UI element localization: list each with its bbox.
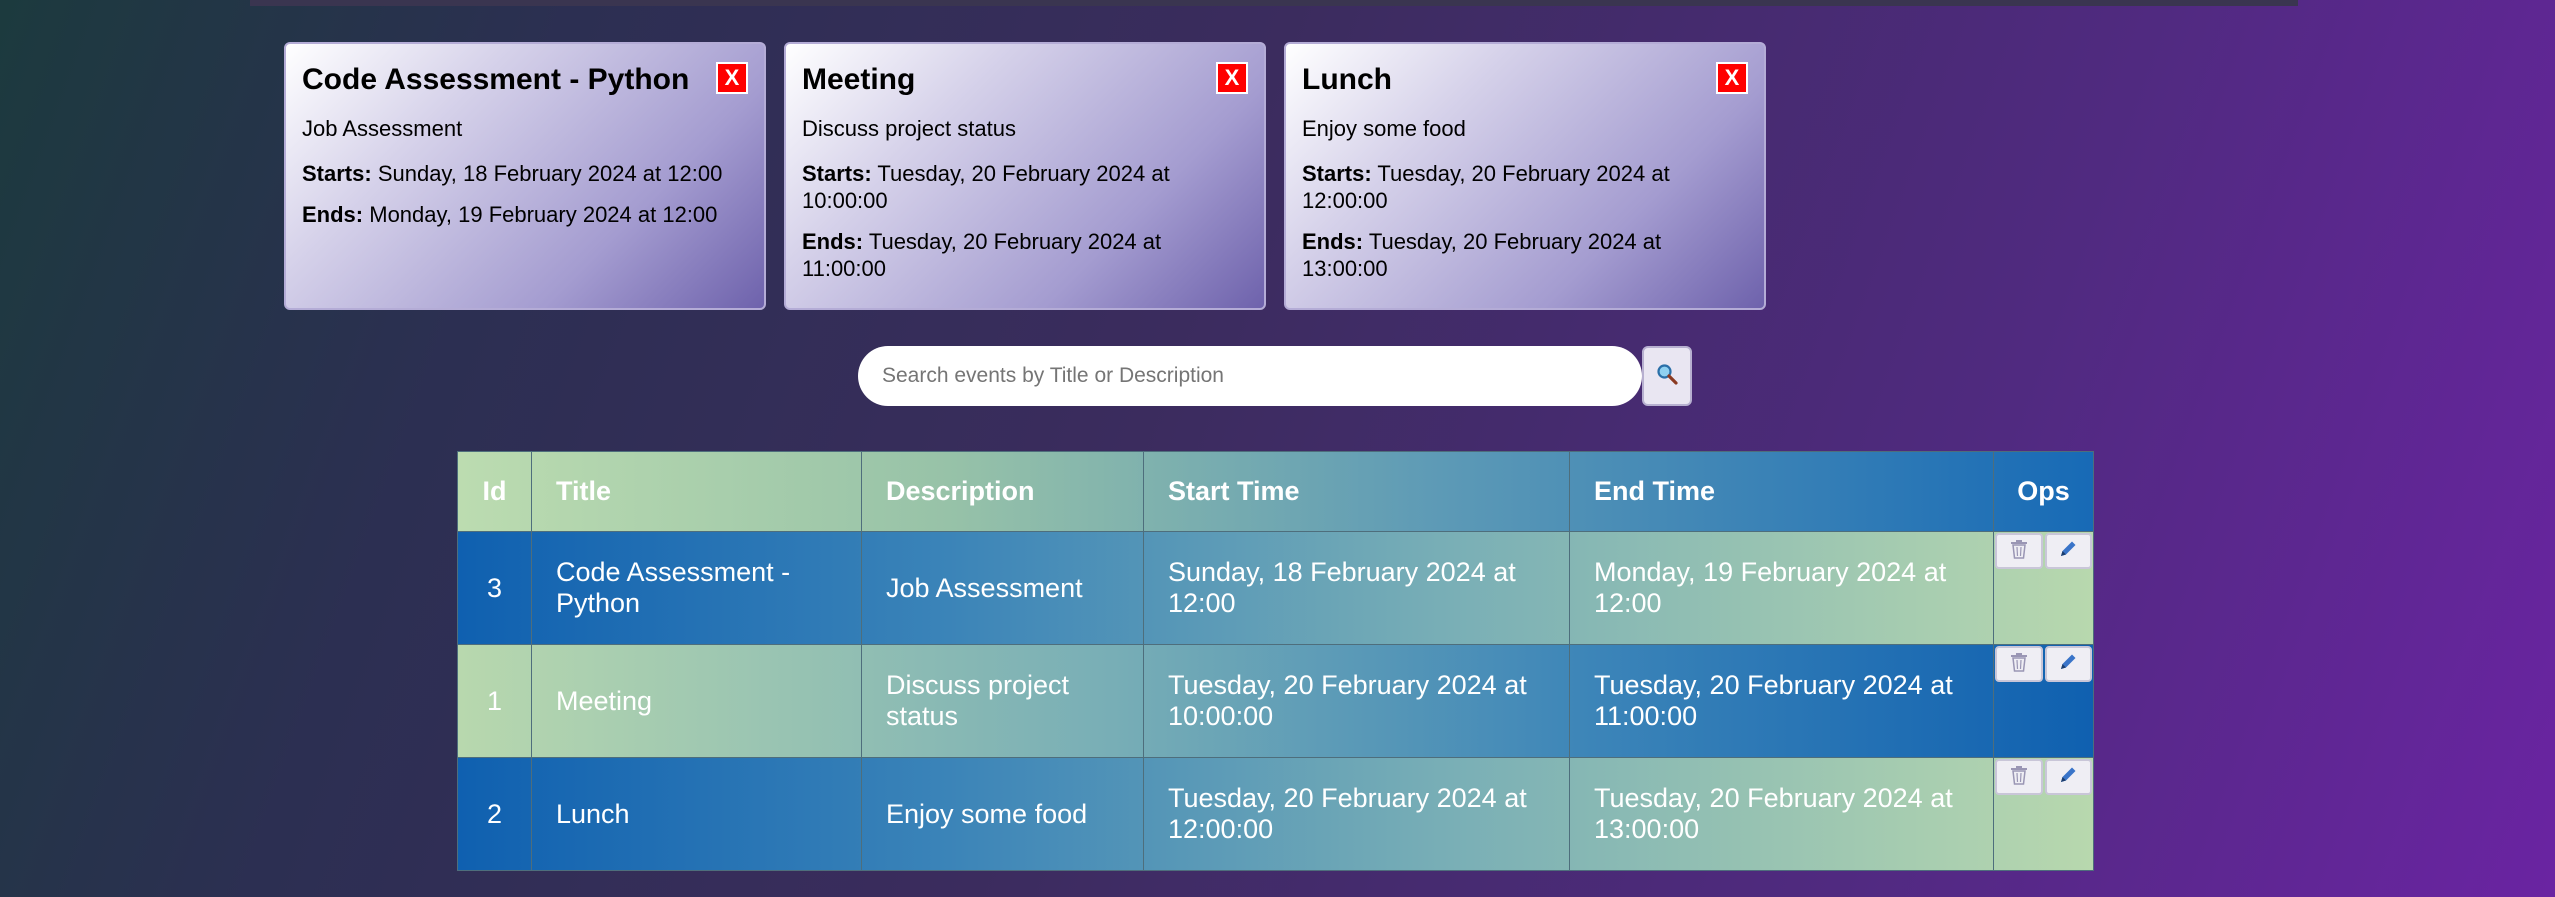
top-bar: [250, 0, 2298, 6]
cell-id: 1: [457, 644, 532, 758]
delete-button[interactable]: [1995, 759, 2043, 795]
cell-end-time: Tuesday, 20 February 2024 at 11:00:00: [1569, 644, 1994, 758]
header-end-time: End Time: [1569, 451, 1994, 532]
cell-start-time: Tuesday, 20 February 2024 at 12:00:00: [1143, 757, 1570, 871]
cell-title: Code Assessment - Python: [531, 531, 862, 645]
edit-button[interactable]: [2044, 646, 2092, 682]
event-card: Lunch X Enjoy some food Starts: Tuesday,…: [1284, 42, 1766, 310]
cell-start-time: Sunday, 18 February 2024 at 12:00: [1143, 531, 1570, 645]
ends-label: Ends:: [302, 202, 364, 227]
ends-label: Ends:: [1302, 229, 1364, 254]
table-row: 1 Meeting Discuss project status Tuesday…: [457, 644, 2094, 758]
starts-label: Starts:: [302, 161, 372, 186]
starts-value: Sunday, 18 February 2024 at 12:00: [377, 161, 723, 186]
event-card: Meeting X Discuss project status Starts:…: [784, 42, 1266, 310]
header-title: Title: [531, 451, 862, 532]
header-ops: Ops: [1993, 451, 2094, 532]
card-ends: Ends: Tuesday, 20 February 2024 at 13:00…: [1302, 228, 1748, 282]
cell-description: Job Assessment: [861, 531, 1144, 645]
table-row: 3 Code Assessment - Python Job Assessmen…: [457, 531, 2094, 645]
edit-button[interactable]: [2044, 759, 2092, 795]
ends-label: Ends:: [802, 229, 864, 254]
header-description: Description: [861, 451, 1144, 532]
cell-ops: [1993, 531, 2094, 645]
delete-button[interactable]: [1995, 646, 2043, 682]
card-title: Meeting: [802, 63, 916, 96]
events-table-container: Id Title Description Start Time End Time…: [457, 451, 2094, 871]
close-button[interactable]: X: [1716, 62, 1748, 94]
search-input[interactable]: [858, 346, 1642, 406]
card-description: Discuss project status: [802, 116, 1016, 141]
edit-button[interactable]: [2044, 533, 2092, 569]
header-id: Id: [457, 451, 532, 532]
event-card: Code Assessment - Python X Job Assessmen…: [284, 42, 766, 310]
cell-ops: [1993, 644, 2094, 758]
cell-description: Discuss project status: [861, 644, 1144, 758]
delete-button[interactable]: [1995, 533, 2043, 569]
trash-icon: [2008, 762, 2030, 793]
close-button[interactable]: X: [716, 62, 748, 94]
cell-end-time: Monday, 19 February 2024 at 12:00: [1569, 531, 1994, 645]
card-title: Lunch: [1302, 63, 1392, 96]
card-ends: Ends: Monday, 19 February 2024 at 12:00: [302, 201, 748, 228]
search-button[interactable]: [1642, 346, 1692, 406]
pencil-icon: [2057, 649, 2079, 680]
cell-start-time: Tuesday, 20 February 2024 at 10:00:00: [1143, 644, 1570, 758]
close-button[interactable]: X: [1216, 62, 1248, 94]
ends-value: Monday, 19 February 2024 at 12:00: [369, 202, 718, 227]
magnifier-icon: [1655, 362, 1679, 391]
cell-description: Enjoy some food: [861, 757, 1144, 871]
cell-title: Lunch: [531, 757, 862, 871]
cell-end-time: Tuesday, 20 February 2024 at 13:00:00: [1569, 757, 1994, 871]
card-title: Code Assessment - Python: [302, 63, 690, 96]
cell-id: 2: [457, 757, 532, 871]
pencil-icon: [2057, 762, 2079, 793]
card-ends: Ends: Tuesday, 20 February 2024 at 11:00…: [802, 228, 1248, 282]
starts-label: Starts:: [1302, 161, 1372, 186]
header-start-time: Start Time: [1143, 451, 1570, 532]
card-starts: Starts: Tuesday, 20 February 2024 at 12:…: [1302, 160, 1748, 214]
cell-id: 3: [457, 531, 532, 645]
card-starts: Starts: Tuesday, 20 February 2024 at 10:…: [802, 160, 1248, 214]
table-header-row: Id Title Description Start Time End Time…: [457, 451, 2094, 532]
trash-icon: [2008, 649, 2030, 680]
cell-ops: [1993, 757, 2094, 871]
card-description: Enjoy some food: [1302, 116, 1466, 141]
pencil-icon: [2057, 536, 2079, 567]
table-row: 2 Lunch Enjoy some food Tuesday, 20 Febr…: [457, 757, 2094, 871]
trash-icon: [2008, 536, 2030, 567]
card-description: Job Assessment: [302, 116, 463, 141]
cell-title: Meeting: [531, 644, 862, 758]
events-table: Id Title Description Start Time End Time…: [457, 451, 2094, 871]
card-starts: Starts: Sunday, 18 February 2024 at 12:0…: [302, 160, 748, 187]
starts-label: Starts:: [802, 161, 872, 186]
